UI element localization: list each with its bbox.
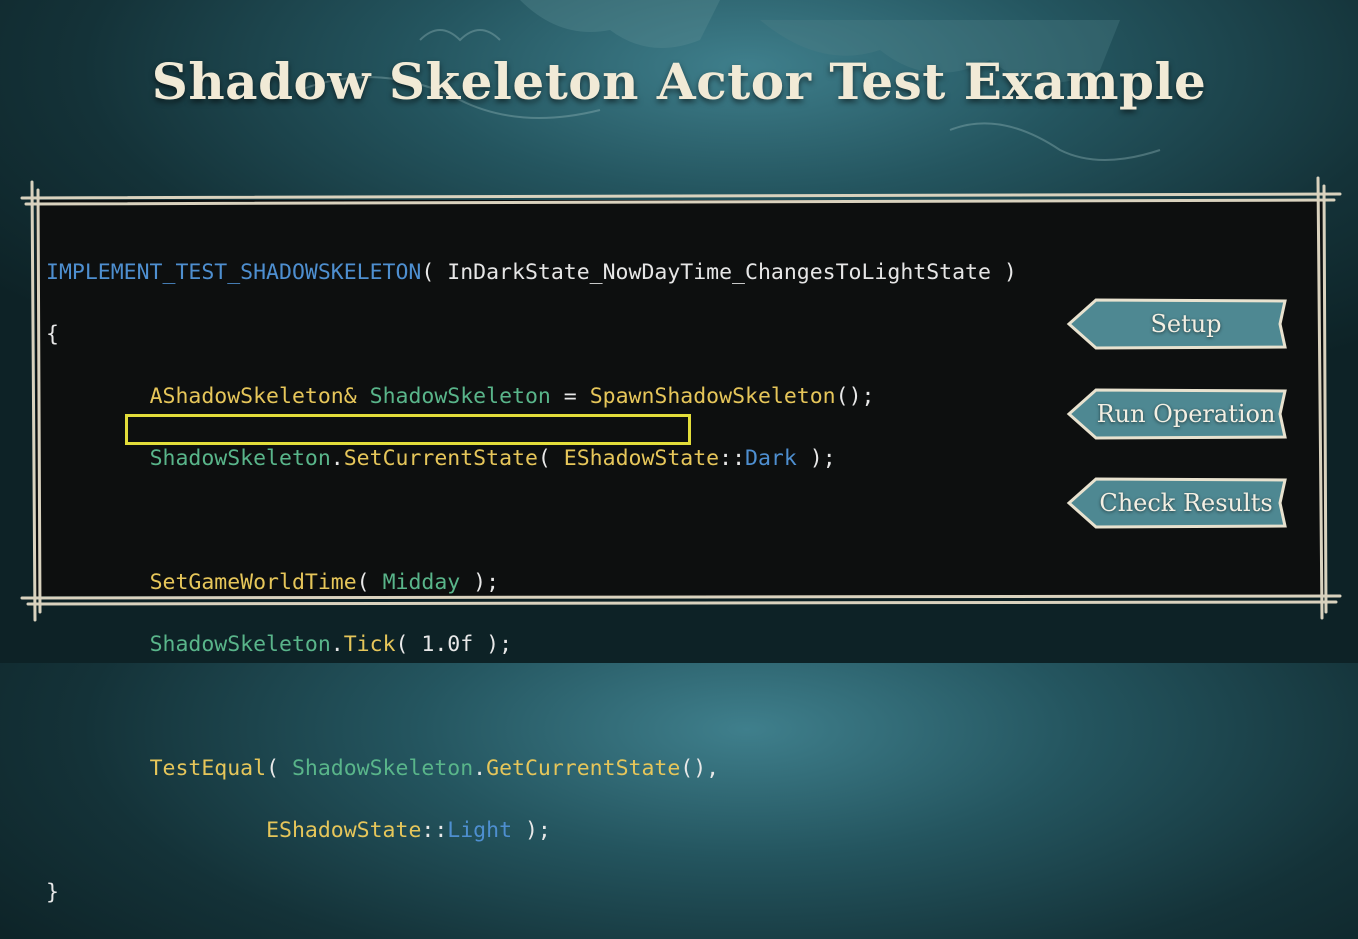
code-line-1: IMPLEMENT_TEST_SHADOWSKELETON( InDarkSta…: [46, 260, 1017, 285]
enum-dark: Dark: [745, 446, 797, 471]
code-line-9: TestEqual( ShadowSkeleton.GetCurrentStat…: [149, 756, 720, 781]
variable-name: ShadowSkeleton: [149, 632, 331, 657]
tick-argument: 1.0f: [421, 632, 474, 657]
setup-label: Setup: [1150, 310, 1222, 338]
run-operation-banner: Run Operation: [1066, 387, 1288, 441]
variable-name: ShadowSkeleton: [149, 446, 331, 471]
spawn-function: SpawnShadowSkeleton: [589, 384, 836, 409]
variable-name: ShadowSkeleton: [291, 756, 474, 781]
set-time-function: SetGameWorldTime: [149, 570, 357, 595]
code-line-2: {: [46, 319, 1017, 350]
close-brace: }: [46, 880, 59, 905]
code-block: IMPLEMENT_TEST_SHADOWSKELETON( InDarkSta…: [46, 226, 1017, 939]
check-results-label: Check Results: [1099, 489, 1273, 517]
variable-name: ShadowSkeleton: [369, 384, 551, 409]
code-line-3: AShadowSkeleton& ShadowSkeleton = SpawnS…: [149, 384, 875, 409]
tick-highlight-box: [125, 414, 691, 445]
enum-type: EShadowState: [563, 446, 720, 471]
test-equal-function: TestEqual: [149, 756, 267, 781]
test-name: InDarkState_NowDayTime_ChangesToLightSta…: [447, 260, 991, 285]
set-state-function: SetCurrentState: [343, 446, 538, 471]
midday-arg: Midday: [382, 570, 461, 595]
setup-banner: Setup: [1066, 297, 1288, 351]
test-macro: IMPLEMENT_TEST_SHADOWSKELETON: [46, 260, 422, 285]
code-line-6: SetGameWorldTime( Midday );: [149, 570, 500, 595]
code-line-4: ShadowSkeleton.SetCurrentState( EShadowS…: [149, 446, 836, 471]
code-line-11: }: [46, 877, 1017, 908]
open-brace: {: [46, 322, 59, 347]
code-line-7: ShadowSkeleton.Tick( 1.0f );: [149, 632, 513, 657]
type-reference: AShadowSkeleton&: [149, 384, 357, 409]
code-line-10: EShadowState::Light );: [266, 818, 551, 843]
get-state-function: GetCurrentState: [486, 756, 681, 781]
slide-title: Shadow Skeleton Actor Test Example: [151, 52, 1207, 111]
enum-light: Light: [447, 818, 513, 843]
run-operation-label: Run Operation: [1096, 400, 1276, 428]
check-results-banner: Check Results: [1066, 476, 1288, 530]
enum-type: EShadowState: [266, 818, 422, 843]
tick-function: Tick: [343, 632, 396, 657]
